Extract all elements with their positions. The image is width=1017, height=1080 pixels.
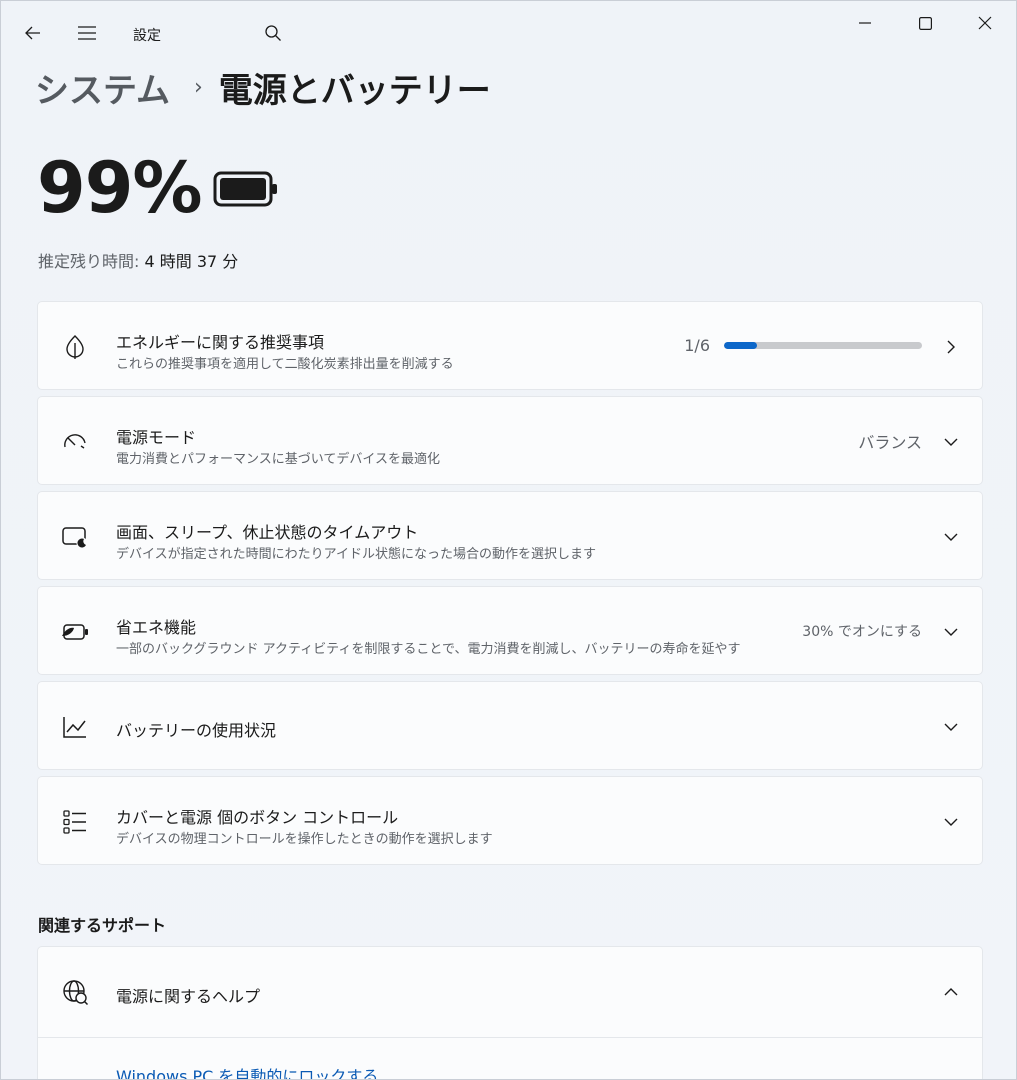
search-icon (265, 25, 281, 41)
energy-recommendations-status: 1/6 (684, 302, 922, 389)
globe-help-icon (60, 977, 90, 1007)
chevron-down-icon (938, 619, 964, 645)
search-button[interactable] (255, 15, 291, 51)
recommendations-progress-bar (724, 342, 922, 349)
breadcrumb-parent-link[interactable]: システム (35, 63, 170, 112)
lid-power-button-card[interactable]: カバーと電源 個のボタン コントロール デバイスの物理コントロールを操作したとき… (37, 776, 983, 865)
chevron-down-icon (938, 714, 964, 740)
screen-sleep-timeout-card[interactable]: 画面、スリープ、休止状態のタイムアウト デバイスが指定された時間にわたりアイドル… (37, 491, 983, 580)
breadcrumb-separator: › (193, 74, 203, 100)
battery-usage-card[interactable]: バッテリーの使用状況 (37, 681, 983, 770)
close-icon (978, 16, 992, 30)
minimize-icon (859, 22, 871, 24)
hamburger-menu-icon (78, 26, 96, 40)
recommendations-progress-fill (724, 342, 758, 349)
estimated-remaining-time: 推定残り時間: 4 時間 37 分 (38, 248, 238, 272)
power-mode-card[interactable]: 電源モード 電力消費とパフォーマンスに基づいてデバイスを最適化 バランス (37, 396, 983, 485)
battery-percentage: 99% (37, 147, 203, 229)
minimize-button[interactable] (835, 1, 895, 45)
battery-full-icon (213, 171, 279, 207)
energy-saver-title: 省エネ機能 (116, 618, 197, 637)
line-chart-icon (60, 712, 90, 742)
power-mode-dropdown[interactable]: バランス (858, 397, 922, 484)
remaining-label: 推定残り時間: (38, 252, 140, 271)
title-bar: 設定 (1, 1, 1016, 65)
recommendations-count: 1/6 (684, 336, 710, 355)
breadcrumb: システム › 電源とバッテリー (35, 63, 491, 111)
power-help-header[interactable]: 電源に関するヘルプ (38, 947, 982, 1038)
lid-power-button-subtitle: デバイスの物理コントロールを操作したときの動作を選択します (116, 832, 493, 847)
lid-power-button-title: カバーと電源 個のボタン コントロール (116, 808, 399, 827)
page-title: 電源とバッテリー (218, 70, 491, 111)
navigation-menu-button[interactable] (69, 15, 105, 51)
list-icon (60, 807, 90, 837)
close-button[interactable] (955, 1, 1015, 45)
maximize-icon (918, 16, 932, 30)
energy-saver-card[interactable]: 省エネ機能 一部のバックグラウンド アクティビティを制限することで、電力消費を削… (37, 586, 983, 675)
energy-saver-subtitle: 一部のバックグラウンド アクティビティを制限することで、電力消費を削減し、バッテ… (116, 642, 741, 657)
power-mode-title: 電源モード (116, 428, 197, 447)
battery-saver-icon (60, 617, 90, 647)
leaf-icon (60, 332, 90, 362)
energy-saver-threshold[interactable]: 30% でオンにする (802, 587, 922, 674)
related-support-heading: 関連するサポート (38, 916, 167, 935)
maximize-button[interactable] (895, 1, 955, 45)
chevron-up-icon (938, 979, 964, 1005)
app-title: 設定 (133, 28, 161, 44)
screen-sleep-timeout-title: 画面、スリープ、休止状態のタイムアウト (116, 523, 419, 542)
power-help-card: 電源に関するヘルプ Windows PC を自動的にロックする (37, 946, 983, 1079)
screen-sleep-icon (60, 522, 90, 552)
chevron-down-icon (938, 809, 964, 835)
lock-pc-help-link[interactable]: Windows PC を自動的にロックする (116, 1063, 378, 1079)
speedometer-icon (60, 427, 90, 457)
chevron-down-icon (938, 524, 964, 550)
energy-recommendations-card[interactable]: エネルギーに関する推奨事項 これらの推奨事項を適用して二酸化炭素排出量を削減する… (37, 301, 983, 390)
remaining-value: 4 時間 37 分 (144, 252, 239, 271)
battery-usage-title: バッテリーの使用状況 (116, 721, 277, 740)
chevron-down-icon (938, 429, 964, 455)
energy-recommendations-title: エネルギーに関する推奨事項 (116, 333, 325, 352)
chevron-right-icon (938, 334, 964, 360)
power-help-title: 電源に関するヘルプ (116, 987, 261, 1006)
settings-window: 設定 システム › 電源とバッテリー 99% 推定残り時間: 4 時間 37 分 (0, 0, 1017, 1080)
back-button[interactable] (15, 15, 51, 51)
back-arrow-icon (25, 26, 40, 40)
screen-sleep-timeout-subtitle: デバイスが指定された時間にわたりアイドル状態になった場合の動作を選択します (116, 547, 596, 562)
power-mode-subtitle: 電力消費とパフォーマンスに基づいてデバイスを最適化 (116, 452, 440, 467)
energy-recommendations-subtitle: これらの推奨事項を適用して二酸化炭素排出量を削減する (116, 357, 454, 372)
